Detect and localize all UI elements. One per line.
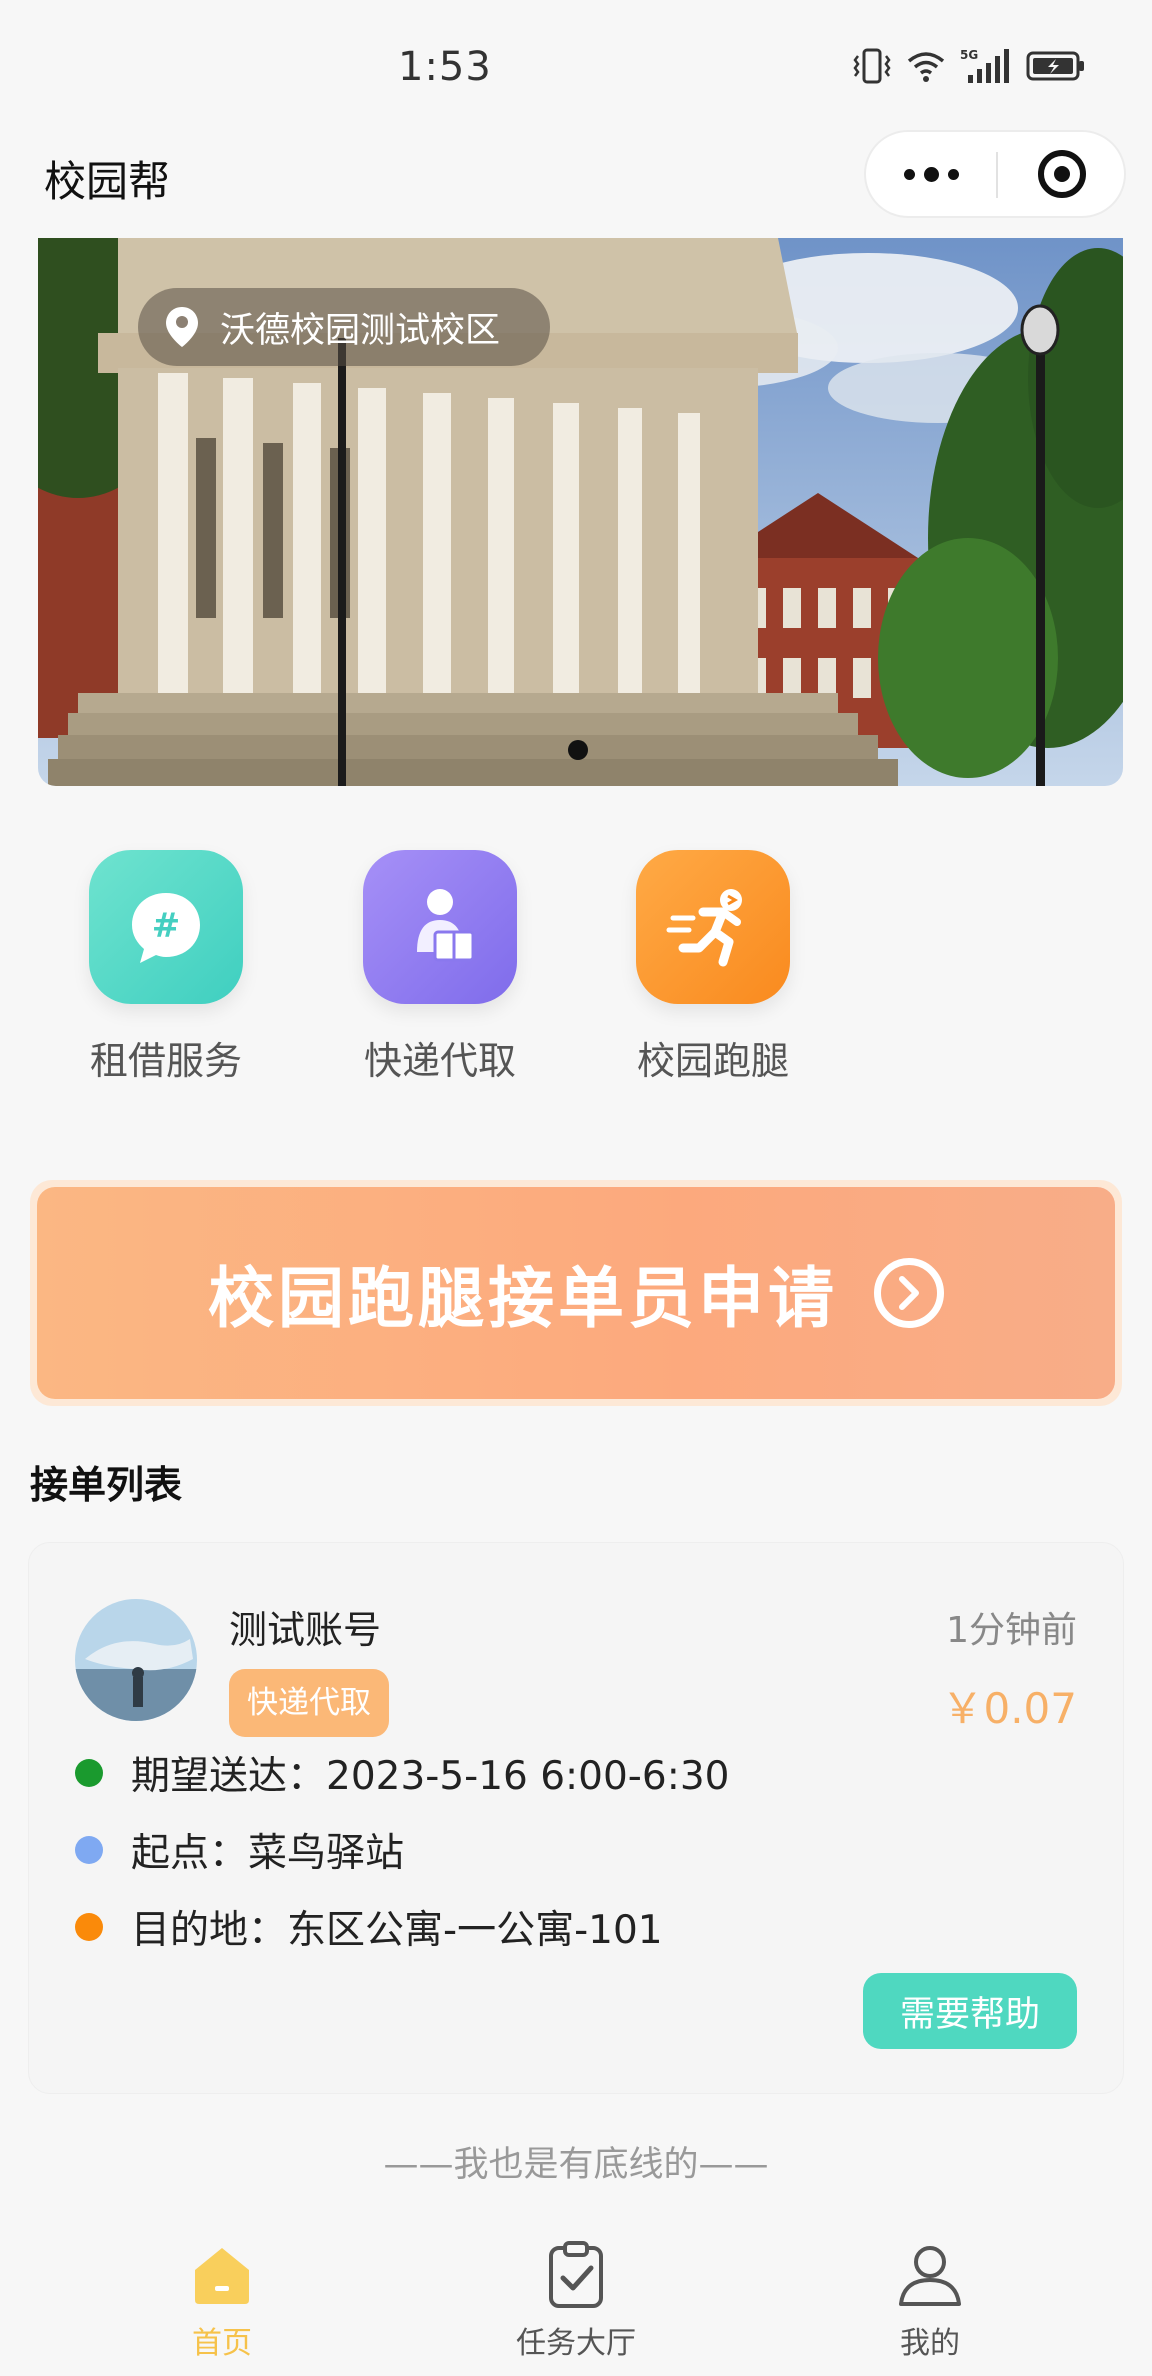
expected-delivery-text: 期望送达：2023-5-16 6:00-6:30 bbox=[131, 1754, 730, 1799]
tab-bar: 首页 任务大厅 我的 bbox=[0, 2220, 1152, 2376]
more-menu-button[interactable] bbox=[866, 132, 996, 216]
status-icons: 5G bbox=[852, 46, 1086, 86]
campus-location-selector[interactable]: 沃德校园测试校区 bbox=[138, 288, 551, 366]
status-time: 1:53 bbox=[398, 44, 492, 90]
poster-name: 测试账号 bbox=[229, 1608, 382, 1652]
clipboard-check-icon bbox=[549, 2241, 603, 2308]
battery-charging-icon bbox=[1026, 51, 1084, 81]
chevron-right-circle-icon bbox=[874, 1258, 944, 1328]
tab-label: 任务大厅 bbox=[516, 2326, 636, 2361]
service-campus-errand[interactable]: 校园跑腿 bbox=[613, 840, 813, 1085]
tab-mine[interactable]: 我的 bbox=[830, 2240, 1030, 2362]
origin-row: 起点：菜鸟驿站 bbox=[75, 1820, 404, 1880]
signal-5g-icon: 5G bbox=[960, 48, 1009, 83]
campus-banner[interactable]: 沃德校园测试校区 bbox=[38, 238, 1123, 786]
tab-label: 我的 bbox=[900, 2326, 960, 2361]
service-label: 快递代取 bbox=[363, 1039, 516, 1083]
close-miniprogram-button[interactable] bbox=[998, 132, 1126, 216]
svg-text:#: # bbox=[152, 906, 181, 946]
expected-delivery-row: 期望送达：2023-5-16 6:00-6:30 bbox=[75, 1743, 729, 1803]
need-help-button[interactable]: 需要帮助 bbox=[863, 1973, 1077, 2049]
service-label: 校园跑腿 bbox=[636, 1039, 789, 1083]
app-title: 校园帮 bbox=[44, 157, 171, 206]
green-dot-icon bbox=[75, 1759, 103, 1787]
service-express-pickup[interactable]: 快递代取 bbox=[340, 840, 540, 1085]
wifi-icon bbox=[907, 52, 945, 82]
more-dot-icon bbox=[923, 166, 939, 182]
avatar bbox=[75, 1599, 197, 1721]
order-price: ￥0.07 bbox=[941, 1684, 1077, 1733]
order-card[interactable]: 测试账号 快递代取 1分钟前 ￥0.07 期望送达：2023-5-16 6:00… bbox=[28, 1542, 1124, 2094]
courier-application-inner: 校园跑腿接单员申请 bbox=[37, 1187, 1115, 1399]
orange-dot-icon bbox=[75, 1913, 103, 1941]
service-rental[interactable]: # 租借服务 bbox=[66, 840, 266, 1085]
destination-row: 目的地：东区公寓-一公寓-101 bbox=[75, 1897, 663, 1957]
courier-application-banner[interactable]: 校园跑腿接单员申请 bbox=[30, 1180, 1122, 1406]
runner-icon bbox=[636, 850, 790, 1004]
blue-dot-icon bbox=[75, 1836, 103, 1864]
location-pin-icon bbox=[166, 307, 198, 347]
tab-home[interactable]: 首页 bbox=[122, 2240, 322, 2362]
miniprogram-capsule bbox=[864, 130, 1126, 218]
tab-task-hall[interactable]: 任务大厅 bbox=[476, 2240, 676, 2362]
home-icon bbox=[195, 2248, 249, 2304]
destination-text: 目的地：东区公寓-一公寓-101 bbox=[131, 1908, 663, 1953]
campus-location-label: 沃德校园测试校区 bbox=[220, 310, 501, 351]
courier-application-label: 校园跑腿接单员申请 bbox=[208, 1260, 838, 1337]
chat-hash-icon: # bbox=[89, 850, 243, 1004]
service-grid: # 租借服务 快递代取 校园跑腿 bbox=[0, 840, 1152, 1100]
service-label: 租借服务 bbox=[89, 1039, 242, 1083]
user-icon bbox=[899, 2246, 961, 2306]
end-of-list-note: ——我也是有底线的—— bbox=[383, 2145, 769, 2185]
target-close-icon bbox=[1038, 150, 1086, 198]
package-person-icon bbox=[363, 850, 517, 1004]
status-bar: 1:53 5G bbox=[0, 0, 1152, 130]
title-bar: 校园帮 bbox=[0, 130, 1152, 238]
order-time-ago: 1分钟前 bbox=[946, 1610, 1077, 1651]
network-type: 5G bbox=[960, 48, 978, 62]
order-type-badge: 快递代取 bbox=[229, 1669, 389, 1737]
more-dot-icon bbox=[947, 168, 959, 180]
banner-indicator-dot bbox=[568, 740, 588, 760]
vibrate-icon bbox=[853, 48, 891, 84]
order-list-title: 接单列表 bbox=[30, 1463, 183, 1507]
more-dot-icon bbox=[903, 168, 915, 180]
origin-text: 起点：菜鸟驿站 bbox=[131, 1831, 405, 1876]
tab-label: 首页 bbox=[192, 2326, 252, 2361]
